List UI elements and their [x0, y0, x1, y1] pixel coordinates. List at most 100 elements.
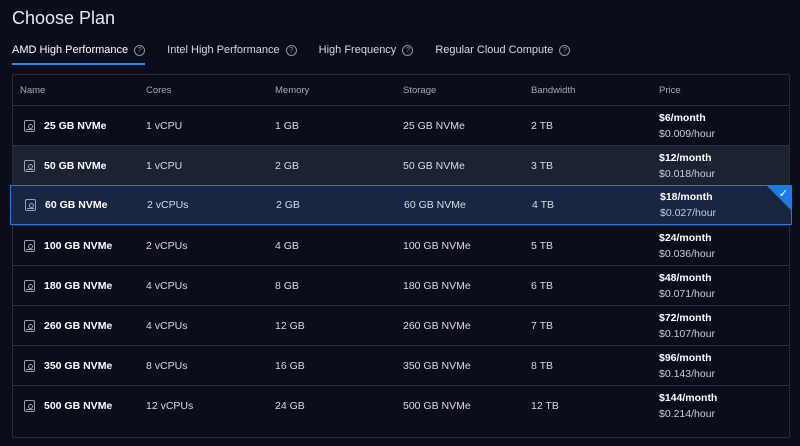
plan-bandwidth: 3 TB [531, 159, 553, 172]
column-header-storage: Storage [403, 84, 437, 96]
plan-storage: 60 GB NVMe [404, 199, 466, 211]
plans-table: Name Cores Memory Storage Bandwidth Pric… [10, 74, 792, 438]
plan-storage: 500 GB NVMe [403, 399, 471, 412]
plan-cores: 8 vCPUs [146, 359, 188, 372]
plan-bandwidth: 8 TB [531, 359, 553, 372]
table-row[interactable]: 350 GB NVMe 8 vCPUs 16 GB 350 GB NVMe 8 TB $9… [13, 345, 789, 385]
help-circle-icon[interactable]: ? [402, 44, 414, 56]
plan-memory: 4 GB [275, 239, 299, 252]
disk-icon [24, 319, 35, 332]
tab-high-frequency[interactable]: High Frequency ? [319, 44, 414, 63]
plan-name: 50 GB NVMe [44, 159, 107, 172]
plan-price-cell: $18/month $0.027/hour [660, 186, 716, 224]
plan-cores: 4 vCPUs [146, 279, 188, 292]
table-row[interactable]: 260 GB NVMe 4 vCPUs 12 GB 260 GB NVMe 7 TB $7… [13, 305, 789, 345]
table-header: Name Cores Memory Storage Bandwidth Pric… [13, 75, 789, 105]
disk-icon [24, 399, 35, 412]
plan-name: 25 GB NVMe [44, 119, 107, 132]
plan-name: 180 GB NVMe [44, 279, 113, 292]
plan-price-hour: $0.027/hour [660, 207, 717, 219]
plan-name-cell: 500 GB NVMe [20, 386, 112, 425]
plan-price-month: $6/month [659, 111, 706, 124]
plan-storage: 50 GB NVMe [403, 159, 465, 172]
plan-name-cell: 25 GB NVMe [20, 106, 106, 145]
column-header-price: Price [659, 84, 681, 96]
plan-cores: 1 vCPU [146, 119, 183, 132]
plan-price-hour: $0.009/hour [659, 127, 716, 140]
plan-storage: 350 GB NVMe [403, 359, 471, 372]
plan-cores: 1 vCPU [146, 159, 183, 172]
page-title: Choose Plan [12, 8, 116, 28]
help-circle-icon[interactable]: ? [285, 44, 297, 56]
plan-name-cell: 100 GB NVMe [20, 226, 112, 265]
plan-name-cell: 60 GB NVMe [21, 186, 107, 224]
tab-label: Regular Cloud Compute [435, 44, 554, 56]
disk-icon [24, 279, 35, 292]
plan-cores: 12 vCPUs [146, 399, 194, 412]
plan-price-month: $12/month [659, 151, 712, 164]
table-row[interactable]: 100 GB NVMe 2 vCPUs 4 GB 100 GB NVMe 5 TB $24… [13, 225, 789, 265]
plan-name-cell: 180 GB NVMe [20, 266, 112, 305]
help-circle-icon[interactable]: ? [134, 44, 146, 56]
plan-memory: 12 GB [275, 319, 305, 332]
table-row[interactable]: 50 GB NVMe 1 vCPU 2 GB 50 GB NVMe 3 TB $12/mo… [13, 145, 789, 185]
disk-icon [24, 359, 35, 372]
plan-memory: 1 GB [275, 119, 299, 132]
plan-price-hour: $0.107/hour [659, 327, 716, 340]
plan-price-hour: $0.214/hour [659, 407, 716, 420]
plan-price-cell: $12/month $0.018/hour [659, 146, 715, 185]
plan-name: 60 GB NVMe [45, 199, 108, 211]
plan-storage: 25 GB NVMe [403, 119, 465, 132]
column-header-bandwidth: Bandwidth [531, 84, 576, 96]
plan-cores: 2 vCPUs [147, 199, 189, 211]
plan-name-cell: 260 GB NVMe [20, 306, 112, 345]
column-header-cores: Cores [146, 84, 172, 96]
plan-bandwidth: 4 TB [532, 199, 554, 211]
tab-intel-high-performance[interactable]: Intel High Performance ? [167, 44, 297, 63]
plan-bandwidth: 2 TB [531, 119, 553, 132]
plan-memory: 16 GB [275, 359, 305, 372]
table-row[interactable]: 25 GB NVMe 1 vCPU 1 GB 25 GB NVMe 2 TB $6/mon… [13, 105, 789, 145]
plan-price-hour: $0.143/hour [659, 367, 716, 380]
plan-name-cell: 50 GB NVMe [20, 146, 106, 185]
plan-price-month: $144/month [659, 391, 718, 404]
plan-price-hour: $0.036/hour [659, 247, 716, 260]
tab-label: High Frequency [318, 44, 397, 56]
table-row[interactable]: 180 GB NVMe 4 vCPUs 8 GB 180 GB NVMe 6 TB $48… [13, 265, 789, 305]
plan-price-month: $96/month [659, 351, 712, 364]
plan-name: 500 GB NVMe [44, 399, 113, 412]
plan-memory: 24 GB [275, 399, 305, 412]
disk-icon [24, 159, 35, 172]
plan-price-cell: $96/month $0.143/hour [659, 346, 715, 385]
plan-memory: 2 GB [275, 159, 299, 172]
plan-name: 100 GB NVMe [44, 239, 113, 252]
plan-price-month: $72/month [659, 311, 712, 324]
tab-label: Intel High Performance [167, 44, 280, 56]
column-header-name: Name [20, 84, 46, 96]
disk-icon [24, 119, 35, 132]
plan-name: 350 GB NVMe [44, 359, 113, 372]
plan-name: 260 GB NVMe [44, 319, 113, 332]
plan-cores: 4 vCPUs [146, 319, 188, 332]
plan-price-cell: $48/month $0.071/hour [659, 266, 715, 305]
disk-icon [24, 239, 35, 252]
table-row[interactable]: 500 GB NVMe 12 vCPUs 24 GB 500 GB NVMe 12 TB… [13, 385, 789, 425]
check-icon: ✓ [778, 187, 788, 200]
tab-regular-cloud-compute[interactable]: Regular Cloud Compute ? [435, 44, 571, 63]
plan-price-hour: $0.071/hour [659, 287, 716, 300]
tab-label: AMD High Performance [12, 44, 129, 56]
plan-price-month: $18/month [660, 191, 713, 203]
plan-bandwidth: 7 TB [531, 319, 553, 332]
plan-type-tabs: AMD High Performance ? Intel High Perfor… [12, 44, 592, 66]
plan-price-month: $24/month [659, 231, 712, 244]
plan-storage: 100 GB NVMe [403, 239, 471, 252]
plan-storage: 180 GB NVMe [403, 279, 471, 292]
help-circle-icon[interactable]: ? [559, 44, 571, 56]
plan-bandwidth: 12 TB [531, 399, 559, 412]
plan-memory: 2 GB [276, 199, 300, 211]
table-row[interactable]: 60 GB NVMe 2 vCPUs 2 GB 60 GB NVMe 4 TB $18/m… [10, 185, 792, 225]
plan-memory: 8 GB [275, 279, 299, 292]
plan-name-cell: 350 GB NVMe [20, 346, 112, 385]
plan-price-cell: $24/month $0.036/hour [659, 226, 715, 265]
tab-amd-high-performance[interactable]: AMD High Performance ? [12, 44, 146, 65]
